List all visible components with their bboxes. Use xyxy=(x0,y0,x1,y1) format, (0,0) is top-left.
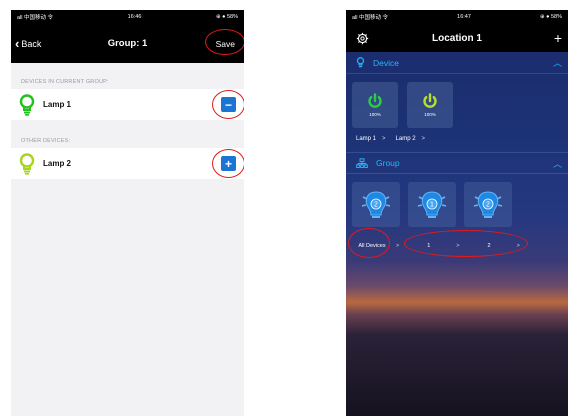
device-name: Lamp 2 xyxy=(43,159,72,168)
group-tile-all-devices[interactable]: 2 xyxy=(352,182,400,227)
carrier-text: all 中国移动 令 xyxy=(352,15,389,21)
device-section-header[interactable]: Device ︿ xyxy=(346,52,568,74)
highlight-oval xyxy=(348,228,390,258)
highlight-oval xyxy=(212,90,244,119)
clock-text: 16:46 xyxy=(127,14,142,20)
device-tile-lamp-1[interactable]: 100% xyxy=(352,82,398,128)
highlight-oval xyxy=(404,230,528,257)
section-header-other: OTHER DEVICES: xyxy=(21,138,71,144)
group-section-header[interactable]: Group ︿ xyxy=(346,152,568,174)
highlight-oval xyxy=(212,149,244,178)
device-name-row: Lamp 1 > Lamp 2 > xyxy=(346,128,568,152)
svg-text:2: 2 xyxy=(374,201,378,208)
svg-text:1: 1 xyxy=(430,201,434,208)
highlight-oval xyxy=(204,28,244,55)
device-tile-lamp-2[interactable]: 100% xyxy=(407,82,453,128)
power-icon xyxy=(368,93,382,108)
group-tile-1[interactable]: 1 xyxy=(408,182,456,227)
status-bar: all 中国移动 令 16:47 ⊕ ● 58% xyxy=(346,10,568,24)
brightness-percent: 100% xyxy=(369,112,381,117)
save-button[interactable]: Save xyxy=(204,28,244,55)
group-bulb-icon: 1 xyxy=(417,190,447,218)
bulb-icon xyxy=(356,57,365,68)
location-screen: all 中国移动 令 16:47 ⊕ ● 58% Location 1 + De… xyxy=(346,10,568,416)
svg-text:2: 2 xyxy=(486,201,490,208)
battery-text: ⊕ ● 58% xyxy=(215,14,238,20)
device-row-lamp-1[interactable]: Lamp 1 − xyxy=(11,89,244,120)
page-title: Location 1 xyxy=(431,32,482,44)
chevron-up-icon[interactable]: ︿ xyxy=(553,157,562,170)
device-row-lamp-2[interactable]: Lamp 2 + xyxy=(11,148,244,179)
clock-text: 16:47 xyxy=(457,14,471,20)
device-tiles: 100% 100% xyxy=(346,74,568,128)
device-name: Lamp 1 xyxy=(43,100,72,109)
bulb-icon xyxy=(19,152,35,175)
chevron-up-icon[interactable]: ︿ xyxy=(553,56,562,69)
group-bulb-icon: 2 xyxy=(473,190,503,218)
brightness-percent: 100% xyxy=(424,112,436,117)
edit-group-screen: all 中国移动 令 16:46 ⊕ ● 58% ‹ Back Group: 1… xyxy=(11,10,244,416)
device-name-link[interactable]: Lamp 2 > xyxy=(396,136,426,142)
group-bulb-icon: 2 xyxy=(361,190,391,218)
chevron-left-icon: ‹ xyxy=(15,36,20,51)
device-name-link[interactable]: Lamp 1 > xyxy=(356,136,386,142)
group-tile-2[interactable]: 2 xyxy=(464,182,512,227)
section-label: Group xyxy=(376,158,400,168)
add-button[interactable]: + xyxy=(554,30,562,46)
chevron-right-icon: > xyxy=(396,243,400,249)
screenshot-comparison: all 中国移动 令 16:46 ⊕ ● 58% ‹ Back Group: 1… xyxy=(0,0,568,416)
status-bar: all 中国移动 令 16:46 ⊕ ● 58% xyxy=(11,10,244,24)
back-button[interactable]: ‹ Back xyxy=(15,37,41,50)
gear-icon[interactable] xyxy=(356,32,369,45)
bulb-icon xyxy=(19,93,35,116)
power-icon xyxy=(423,93,437,108)
battery-text: ⊕ ● 58% xyxy=(539,14,562,20)
nav-bar: ‹ Back Group: 1 Save xyxy=(11,24,244,63)
section-header-current: DEVICES IN CURRENT GROUP: xyxy=(21,79,109,85)
section-label: Device xyxy=(373,57,399,68)
back-label: Back xyxy=(21,38,42,49)
group-name-row: All Devices > 1 > 2 > xyxy=(346,227,568,258)
group-icon xyxy=(356,157,368,168)
carrier-text: all 中国移动 令 xyxy=(17,15,54,21)
nav-bar: Location 1 + xyxy=(346,24,568,52)
group-tiles: 2 1 2 xyxy=(346,174,568,227)
